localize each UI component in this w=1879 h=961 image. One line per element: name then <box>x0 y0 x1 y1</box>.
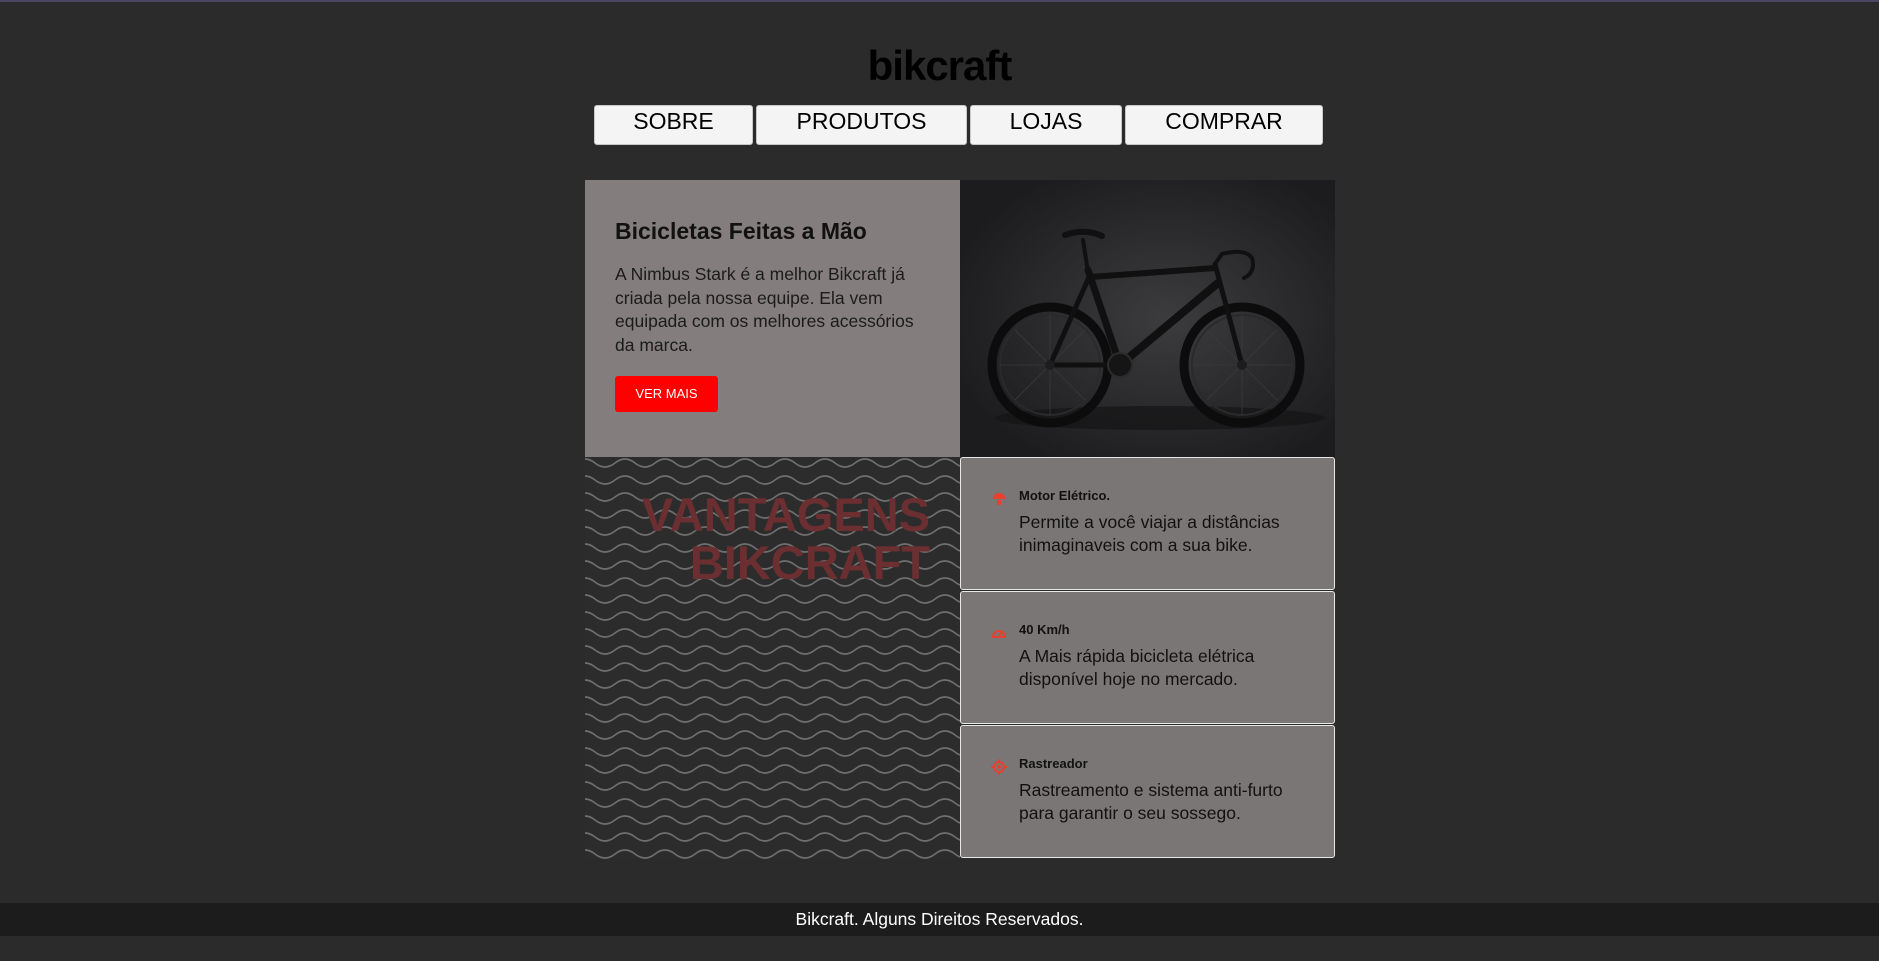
nav-item-produtos[interactable]: PRODUTOS <box>756 105 967 145</box>
hero-description: A Nimbus Stark é a melhor Bikcraft já cr… <box>615 264 914 355</box>
wave-line <box>585 628 960 638</box>
feature-title: Rastreador <box>1019 756 1088 771</box>
wave-line <box>585 594 960 604</box>
ver-mais-button[interactable]: VER MAIS <box>615 376 718 412</box>
bicycle-illustration <box>960 180 1335 457</box>
advantages-title: VANTAGENS BIKCRAFT <box>642 491 930 587</box>
nav-item-lojas[interactable]: LOJAS <box>970 105 1122 145</box>
wave-line <box>585 798 960 808</box>
site-footer: Bikcraft. Alguns Direitos Reservados. <box>0 903 1879 936</box>
advantages-title-line1: VANTAGENS <box>641 488 930 541</box>
wave-line <box>585 475 960 485</box>
wave-line <box>585 696 960 706</box>
hero-title: Bicicletas Feitas a Mão <box>615 218 867 244</box>
wave-line <box>585 679 960 689</box>
feature-description: A Mais rápida bicicleta elétrica disponí… <box>1019 646 1255 689</box>
wave-line <box>585 781 960 791</box>
feature-description: Rastreamento e sistema anti-furto para g… <box>1019 780 1283 823</box>
speedometer-icon <box>991 630 1007 638</box>
wave-line <box>585 747 960 757</box>
advantages-title-line2: BIKCRAFT <box>689 536 930 589</box>
site-logo[interactable]: bikcraft <box>0 42 1879 90</box>
bicycle-photo <box>960 180 1335 457</box>
wave-line <box>585 815 960 825</box>
feature-title: Motor Elétrico. <box>1019 488 1111 503</box>
wave-line <box>585 713 960 723</box>
wave-line <box>585 458 960 468</box>
nav-item-sobre[interactable]: SOBRE <box>594 105 753 145</box>
electric-motor-icon <box>992 493 1006 505</box>
wave-line <box>585 849 960 859</box>
wave-line <box>585 662 960 672</box>
advantages-banner: VANTAGENS BIKCRAFT <box>585 457 960 859</box>
wave-line <box>585 832 960 842</box>
feature-card-speed: 40 Km/h A Mais rápida bicicleta elétrica… <box>960 591 1335 724</box>
feature-description: Permite a você viajar a distâncias inima… <box>1019 512 1280 555</box>
hero-panel: Bicicletas Feitas a Mão A Nimbus Stark é… <box>585 180 960 457</box>
wave-line <box>585 764 960 774</box>
tracker-icon <box>991 759 1007 775</box>
feature-card-motor: Motor Elétrico. Permite a você viajar a … <box>960 457 1335 590</box>
feature-card-tracker: Rastreador Rastreamento e sistema anti-f… <box>960 725 1335 858</box>
wave-line <box>585 645 960 655</box>
nav-item-comprar[interactable]: COMPRAR <box>1125 105 1323 145</box>
feature-title: 40 Km/h <box>1019 622 1070 637</box>
main-nav: SOBRE PRODUTOS LOJAS COMPRAR <box>594 105 1326 145</box>
wave-line <box>585 730 960 740</box>
wave-line <box>585 611 960 621</box>
